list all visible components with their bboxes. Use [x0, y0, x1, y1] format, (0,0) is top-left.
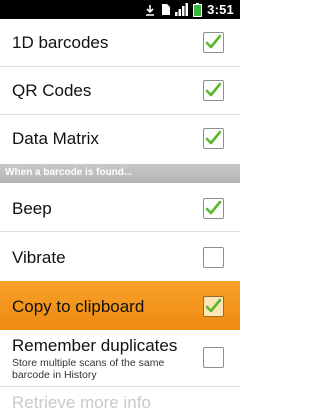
setting-row-remember-duplicates[interactable]: Remember duplicates Store multiple scans…	[0, 330, 240, 387]
setting-row-vibrate[interactable]: Vibrate	[0, 232, 240, 281]
setting-label: Vibrate	[12, 248, 66, 267]
setting-label: Beep	[12, 199, 52, 218]
checkmark-icon	[205, 130, 222, 145]
checkbox-1d-barcodes[interactable]	[203, 32, 224, 53]
setting-label: QR Codes	[12, 81, 92, 100]
checkbox-remember-duplicates[interactable]	[203, 347, 224, 368]
checkbox-copy-to-clipboard[interactable]	[203, 296, 224, 317]
download-icon	[143, 3, 157, 17]
checkmark-icon	[205, 200, 222, 215]
status-time: 3:51	[207, 2, 234, 17]
battery-icon	[193, 2, 203, 17]
setting-row-qr-codes[interactable]: QR Codes	[0, 67, 240, 115]
checkbox-data-matrix[interactable]	[203, 128, 224, 149]
section-header-label: When a barcode is found...	[5, 167, 133, 178]
setting-row-data-matrix[interactable]: Data Matrix	[0, 115, 240, 164]
setting-row-beep[interactable]: Beep	[0, 183, 240, 232]
checkmark-icon	[205, 34, 222, 49]
status-bar: 3:51	[0, 0, 240, 19]
setting-label: 1D barcodes	[12, 33, 109, 52]
setting-row-copy-to-clipboard[interactable]: Copy to clipboard	[0, 281, 240, 330]
setting-summary: Store multiple scans of the same barcode…	[12, 357, 165, 381]
signal-strength-icon	[175, 3, 189, 16]
setting-label: Remember duplicates	[12, 336, 178, 355]
section-header: When a barcode is found...	[0, 164, 240, 183]
checkmark-icon	[205, 298, 222, 313]
setting-row-1d-barcodes[interactable]: 1D barcodes	[0, 19, 240, 67]
sim-card-icon	[161, 3, 171, 16]
checkbox-qr-codes[interactable]	[203, 80, 224, 101]
checkbox-beep[interactable]	[203, 198, 224, 219]
checkmark-icon	[205, 82, 222, 97]
setting-label: Copy to clipboard	[12, 297, 145, 316]
setting-label: Data Matrix	[12, 129, 99, 148]
setting-row-partial-label[interactable]: Retrieve more info	[12, 393, 151, 413]
checkbox-vibrate[interactable]	[203, 247, 224, 268]
